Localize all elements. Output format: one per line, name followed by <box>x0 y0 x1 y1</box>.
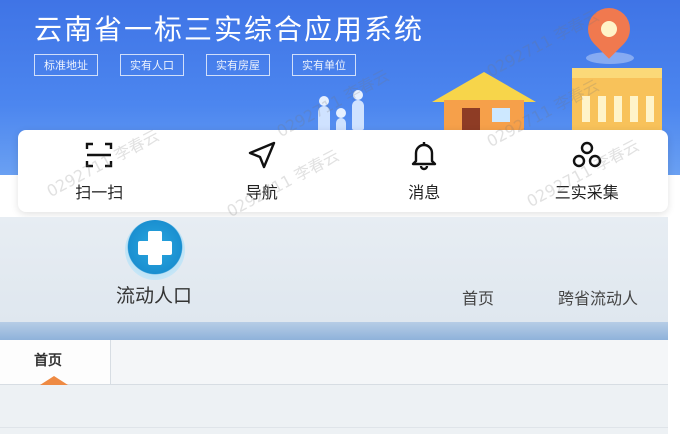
tab-bar: 首页 <box>0 340 668 385</box>
building-illustration <box>572 68 662 138</box>
row-divider <box>0 427 668 428</box>
web-logo-text: 流动人口 <box>116 285 193 307</box>
header-band <box>0 322 668 340</box>
messages-button[interactable]: 消息 <box>343 130 506 212</box>
logo-cross-h <box>138 241 172 255</box>
tab-home[interactable]: 首页 <box>0 340 111 385</box>
tag-actual-unit[interactable]: 实有单位 <box>292 54 356 76</box>
web-content <box>0 385 668 434</box>
quick-action-bar: 扫一扫 导航 消息 三实采集 <box>18 130 668 212</box>
collect-button[interactable]: 三实采集 <box>506 130 669 212</box>
right-edge <box>668 217 680 434</box>
tag-actual-population[interactable]: 实有人口 <box>120 54 184 76</box>
collect-label: 三实采集 <box>554 183 619 202</box>
web-header: 流动人口 首页 跨省流动人 <box>0 217 668 322</box>
nav-cross-province-link[interactable]: 跨省流动人 <box>558 285 638 309</box>
house-illustration <box>432 72 536 130</box>
location-pin-icon <box>579 0 639 59</box>
messages-label: 消息 <box>408 183 441 202</box>
tag-actual-housing[interactable]: 实有房屋 <box>206 54 270 76</box>
tag-standard-address[interactable]: 标准地址 <box>34 54 98 76</box>
scan-button[interactable]: 扫一扫 <box>18 130 181 212</box>
tab-home-label: 首页 <box>34 353 62 369</box>
collect-icon <box>572 141 601 168</box>
scan-icon <box>86 142 113 168</box>
app-title: 云南省一标三实综合应用系统 <box>34 13 425 46</box>
nav-home-link[interactable]: 首页 <box>462 285 494 309</box>
banner-tags: 标准地址 实有人口 实有房屋 实有单位 <box>34 54 356 76</box>
tab-caret-icon <box>40 376 68 385</box>
web-page: 流动人口 首页 跨省流动人 首页 <box>0 217 668 434</box>
bell-icon <box>412 142 437 171</box>
navigation-arrow-icon <box>248 141 275 169</box>
scan-label: 扫一扫 <box>75 183 124 202</box>
navigation-label: 导航 <box>245 183 278 202</box>
navigation-button[interactable]: 导航 <box>181 130 344 212</box>
